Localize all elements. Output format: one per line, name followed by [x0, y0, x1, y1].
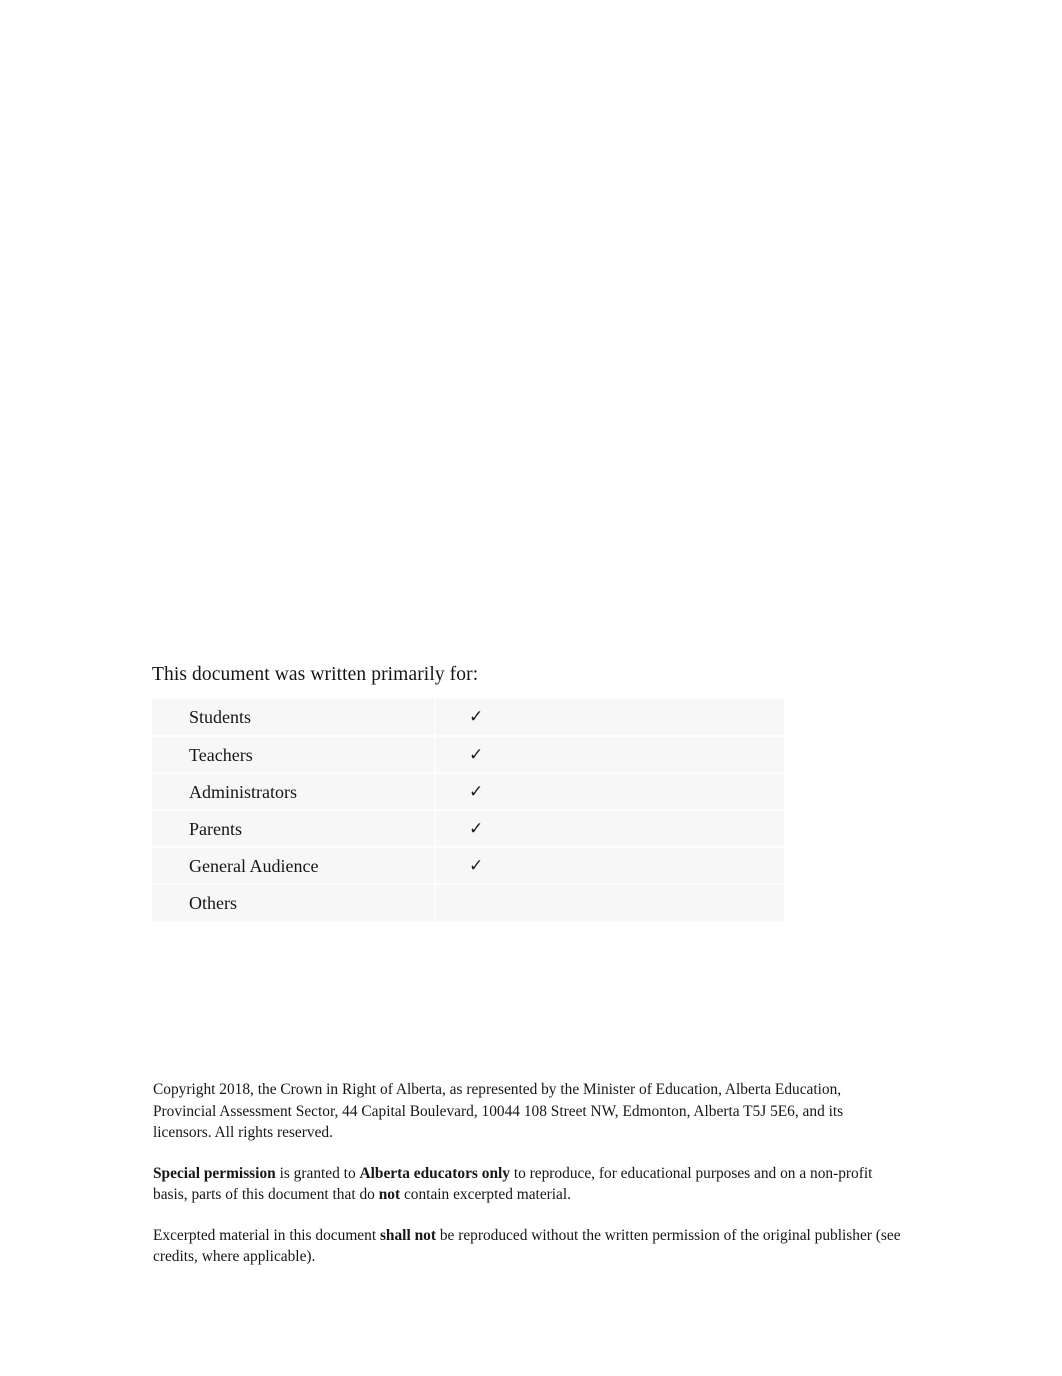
audience-row: Parents ✓	[152, 809, 784, 847]
audience-row: Students ✓	[152, 699, 784, 736]
audience-row-label: General Audience	[152, 846, 436, 884]
audience-table: Students ✓ Teachers ✓ Administrators ✓ Parents…	[152, 699, 784, 921]
audience-row: Others✓	[152, 883, 784, 921]
audience-row-label: Students	[152, 699, 436, 736]
legal-text-emphasis: not	[378, 1186, 401, 1203]
audience-row-checkbox-cell[interactable]: ✓	[435, 772, 784, 810]
audience-row-label: Parents	[152, 809, 436, 847]
legal-text-run: Excerpted material in this document	[153, 1226, 380, 1244]
legal-text-run: is granted to	[275, 1164, 360, 1182]
audience-row-label: Teachers	[152, 735, 436, 773]
audience-row-label: Administrators	[152, 772, 436, 810]
legal-paragraph-special-permission: Special permission is granted to Alberta…	[153, 1163, 903, 1206]
legal-paragraph-copyright: Copyright 2018, the Crown in Right of Al…	[153, 1079, 903, 1144]
legal-text-run: contain excerpted material.	[400, 1186, 572, 1203]
check-icon: ✓	[469, 855, 484, 876]
audience-table-body: Students ✓ Teachers ✓ Administrators ✓ Parents…	[152, 699, 784, 921]
audience-section: This document was written primarily for:…	[152, 662, 912, 921]
check-icon: ✓	[469, 744, 484, 765]
legal-text-emphasis: Special permission	[153, 1164, 276, 1182]
legal-text-emphasis: shall not	[379, 1226, 436, 1244]
audience-row: General Audience ✓	[152, 846, 784, 884]
check-icon: ✓	[469, 781, 484, 802]
audience-row: Teachers ✓	[152, 735, 784, 773]
audience-row: Administrators ✓	[152, 772, 784, 810]
audience-row-checkbox-cell[interactable]: ✓	[435, 699, 784, 736]
audience-row-label: Others	[152, 883, 436, 921]
audience-row-checkbox-cell[interactable]: ✓	[435, 809, 784, 847]
audience-row-checkbox-cell[interactable]: ✓	[435, 883, 784, 921]
legal-paragraph-excerpted-material: Excerpted material in this document shal…	[153, 1225, 903, 1268]
audience-heading: This document was written primarily for:	[152, 664, 479, 685]
legal-text-emphasis: Alberta educators only	[359, 1164, 510, 1182]
check-icon: ✓	[469, 707, 484, 727]
legal-text-run: Copyright 2018, the Crown in Right of Al…	[153, 1081, 844, 1141]
check-icon: ✓	[469, 818, 484, 839]
legal-section: Copyright 2018, the Crown in Right of Al…	[153, 1079, 903, 1268]
audience-row-checkbox-cell[interactable]: ✓	[435, 846, 784, 884]
document-page: This document was written primarily for:…	[0, 0, 1062, 1376]
audience-row-checkbox-cell[interactable]: ✓	[435, 735, 784, 773]
